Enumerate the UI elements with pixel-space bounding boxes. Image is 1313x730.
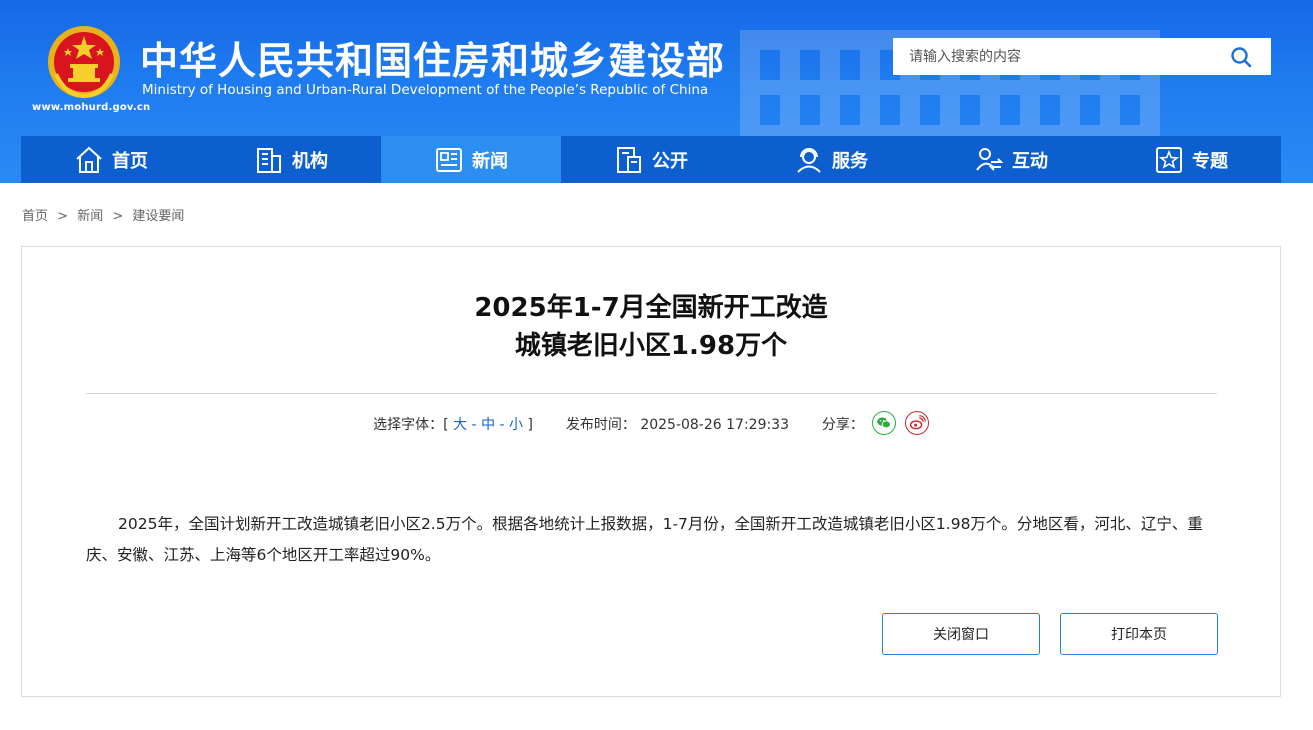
article-title: 2025年1-7月全国新开工改造 城镇老旧小区1.98万个 xyxy=(22,289,1280,365)
wechat-share-icon[interactable] xyxy=(872,411,897,435)
nav-item-label: 首页 xyxy=(112,150,148,172)
nav-item-public[interactable]: 公开 xyxy=(561,136,741,183)
site-url: www.mohurd.gov.cn xyxy=(32,102,151,113)
nav-item-organization[interactable]: 机构 xyxy=(201,136,381,183)
article-title-line2: 城镇老旧小区1.98万个 xyxy=(514,331,788,361)
title-divider xyxy=(86,393,1217,394)
publish-time-label: 发布时间： xyxy=(565,417,636,433)
nav-item-interaction[interactable]: 互动 xyxy=(921,136,1101,183)
service-icon xyxy=(797,147,821,173)
nav-item-topic[interactable]: 专题 xyxy=(1101,136,1281,183)
article-title-line1: 2025年1-7月全国新开工改造 xyxy=(474,293,828,323)
article-body: 2025年，全国计划新开工改造城镇老旧小区2.5万个。根据各地统计上报数据，1-… xyxy=(86,515,1203,564)
weibo-share-icon[interactable] xyxy=(904,411,929,435)
font-medium-link[interactable]: 中 xyxy=(481,417,495,433)
font-small-link[interactable]: 小 xyxy=(509,417,523,433)
breadcrumb: 首页 > 新闻 > 建设要闻 xyxy=(22,205,184,224)
breadcrumb-separator: > xyxy=(57,209,69,224)
close-window-button[interactable]: 关闭窗口 xyxy=(882,613,1040,655)
search-box xyxy=(893,38,1271,75)
main-nav: 首页 机构 新闻 公开 服务 互动 专题 xyxy=(21,136,1281,183)
nav-item-label: 公开 xyxy=(652,150,688,172)
font-dash: - xyxy=(471,417,477,433)
nav-item-label: 互动 xyxy=(1012,150,1048,172)
document-icon xyxy=(617,146,641,173)
nav-item-service[interactable]: 服务 xyxy=(741,136,921,183)
building-icon xyxy=(257,147,281,173)
national-emblem-icon xyxy=(48,26,120,99)
site-title-en: Ministry of Housing and Urban-Rural Deve… xyxy=(142,82,709,98)
breadcrumb-construction-news[interactable]: 建设要闻 xyxy=(132,209,184,224)
site-title-cn[interactable]: 中华人民共和国住房和城乡建设部 xyxy=(140,30,725,85)
font-select-close: ] xyxy=(527,417,533,433)
search-icon[interactable] xyxy=(1229,45,1253,69)
interaction-icon xyxy=(976,147,1004,171)
star-icon xyxy=(1156,146,1182,173)
nav-item-label: 机构 xyxy=(292,150,328,172)
nav-item-label: 新闻 xyxy=(472,150,508,172)
nav-item-home[interactable]: 首页 xyxy=(21,136,201,183)
nav-item-label: 服务 xyxy=(832,150,868,172)
nav-item-news[interactable]: 新闻 xyxy=(381,136,561,183)
font-large-link[interactable]: 大 xyxy=(453,417,467,433)
home-icon xyxy=(76,146,102,173)
print-page-button[interactable]: 打印本页 xyxy=(1060,613,1218,655)
search-input[interactable] xyxy=(893,38,1213,75)
share-label: 分享： xyxy=(821,417,864,433)
article-meta: 选择字体：[ 大 - 中 - 小 ] 发布时间： 2025-08-26 17:2… xyxy=(22,411,1280,437)
font-dash: - xyxy=(499,417,505,433)
newspaper-icon xyxy=(436,147,462,172)
nav-item-label: 专题 xyxy=(1192,150,1228,172)
breadcrumb-separator: > xyxy=(112,209,124,224)
font-select-label: 选择字体：[ xyxy=(373,417,449,433)
breadcrumb-news[interactable]: 新闻 xyxy=(77,209,103,224)
publish-time: 2025-08-26 17:29:33 xyxy=(640,417,790,433)
breadcrumb-home[interactable]: 首页 xyxy=(22,209,48,224)
article-container: 2025年1-7月全国新开工改造 城镇老旧小区1.98万个 选择字体：[ 大 -… xyxy=(21,246,1281,697)
